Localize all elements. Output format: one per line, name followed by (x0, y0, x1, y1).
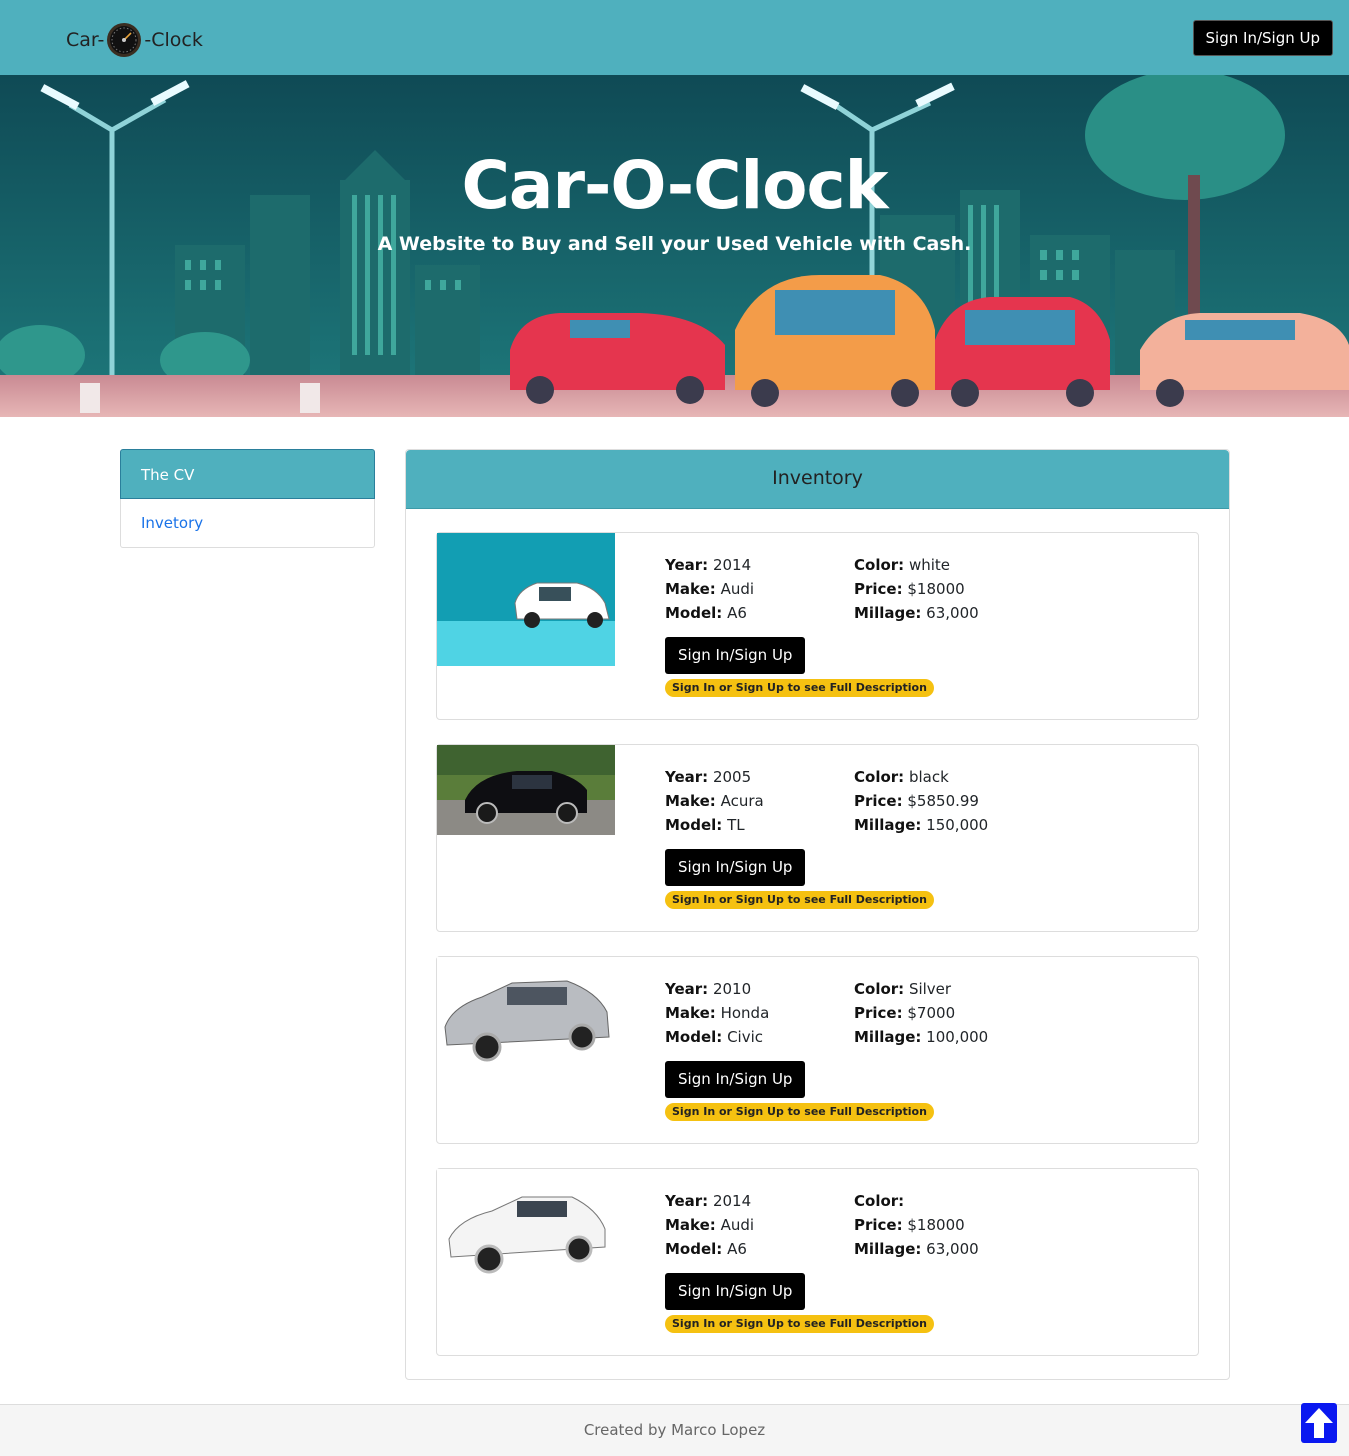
arrow-up-icon (1305, 1408, 1333, 1438)
car-image (437, 533, 615, 666)
footer: Created by Marco Lopez (0, 1404, 1349, 1456)
sidebar-item-inventory[interactable]: Invetory (120, 499, 375, 548)
car-card: Year: 2010 Make: Honda Model: Civic Colo… (436, 956, 1199, 1144)
price-row: Price: $18000 (854, 580, 965, 598)
car-specs-right: Color: Price: $18000 Millage: 63,000 (854, 1189, 979, 1261)
color-row: Color: (854, 1192, 905, 1210)
sidebar: The CV Invetory (120, 449, 375, 548)
inventory-panel: Inventory Year: 2014 Make: Audi Model: A… (405, 449, 1230, 1380)
price-row: Price: $7000 (854, 1004, 956, 1022)
make-row: Make: Acura (665, 792, 764, 810)
color-row: Color: Silver (854, 980, 952, 998)
inventory-title: Inventory (406, 450, 1229, 509)
make-row: Make: Honda (665, 1004, 770, 1022)
year-row: Year: 2005 (665, 768, 752, 786)
speedometer-icon (107, 23, 142, 57)
brand-text-right: -Clock (144, 29, 203, 51)
price-row: Price: $18000 (854, 1216, 965, 1234)
price-row: Price: $5850.99 (854, 792, 979, 810)
car-signin-button[interactable]: Sign In/Sign Up (665, 1061, 806, 1098)
car-specs-right: Color: black Price: $5850.99 Millage: 15… (854, 765, 988, 837)
hero-title: Car-O-Clock (461, 147, 888, 224)
make-row: Make: Audi (665, 580, 755, 598)
car-specs-left: Year: 2010 Make: Honda Model: Civic (665, 977, 769, 1049)
brand-text-left: Car- (66, 29, 105, 51)
model-row: Model: TL (665, 816, 745, 834)
car-specs-left: Year: 2014 Make: Audi Model: A6 (665, 553, 754, 625)
hero-subtitle: A Website to Buy and Sell your Used Vehi… (377, 233, 972, 255)
signin-notice-badge: Sign In or Sign Up to see Full Descripti… (665, 1315, 934, 1333)
sidebar-item-the-cv[interactable]: The CV (120, 449, 375, 499)
scroll-to-top-button[interactable] (1301, 1403, 1337, 1443)
car-specs-left: Year: 2005 Make: Acura Model: TL (665, 765, 764, 837)
year-row: Year: 2014 (665, 1192, 752, 1210)
car-signin-button[interactable]: Sign In/Sign Up (665, 637, 806, 674)
car-specs-right: Color: Silver Price: $7000 Millage: 100,… (854, 977, 988, 1049)
millage-row: Millage: 63,000 (854, 1240, 979, 1258)
car-specs-left: Year: 2014 Make: Audi Model: A6 (665, 1189, 754, 1261)
nav-signin-button[interactable]: Sign In/Sign Up (1192, 20, 1333, 56)
color-row: Color: black (854, 768, 949, 786)
footer-credit: Created by Marco Lopez (583, 1421, 766, 1439)
brand-logo[interactable]: Car- -Clock (66, 22, 203, 58)
signin-notice-badge: Sign In or Sign Up to see Full Descripti… (665, 679, 934, 697)
millage-row: Millage: 150,000 (854, 816, 989, 834)
car-card: Year: 2014 Make: Audi Model: A6 Color: w… (436, 532, 1199, 720)
car-card: Year: 2014 Make: Audi Model: A6 Color: P… (436, 1168, 1199, 1356)
signin-notice-badge: Sign In or Sign Up to see Full Descripti… (665, 1103, 934, 1121)
make-row: Make: Audi (665, 1216, 755, 1234)
model-row: Model: A6 (665, 604, 747, 622)
car-image (437, 745, 615, 835)
millage-row: Millage: 100,000 (854, 1028, 989, 1046)
car-specs-right: Color: white Price: $18000 Millage: 63,0… (854, 553, 979, 625)
car-card: Year: 2005 Make: Acura Model: TL Color: … (436, 744, 1199, 932)
hero-banner: Car-O-Clock A Website to Buy and Sell yo… (0, 75, 1349, 417)
model-row: Model: Civic (665, 1028, 764, 1046)
car-image (437, 957, 615, 1092)
color-row: Color: white (854, 556, 950, 574)
car-image (437, 1169, 615, 1304)
model-row: Model: A6 (665, 1240, 747, 1258)
car-signin-button[interactable]: Sign In/Sign Up (665, 849, 806, 886)
millage-row: Millage: 63,000 (854, 604, 979, 622)
signin-notice-badge: Sign In or Sign Up to see Full Descripti… (665, 891, 934, 909)
navbar: Car- -Clock Sign In/Sign Up (0, 0, 1349, 75)
year-row: Year: 2010 (665, 980, 752, 998)
car-signin-button[interactable]: Sign In/Sign Up (665, 1273, 806, 1310)
year-row: Year: 2014 (665, 556, 752, 574)
